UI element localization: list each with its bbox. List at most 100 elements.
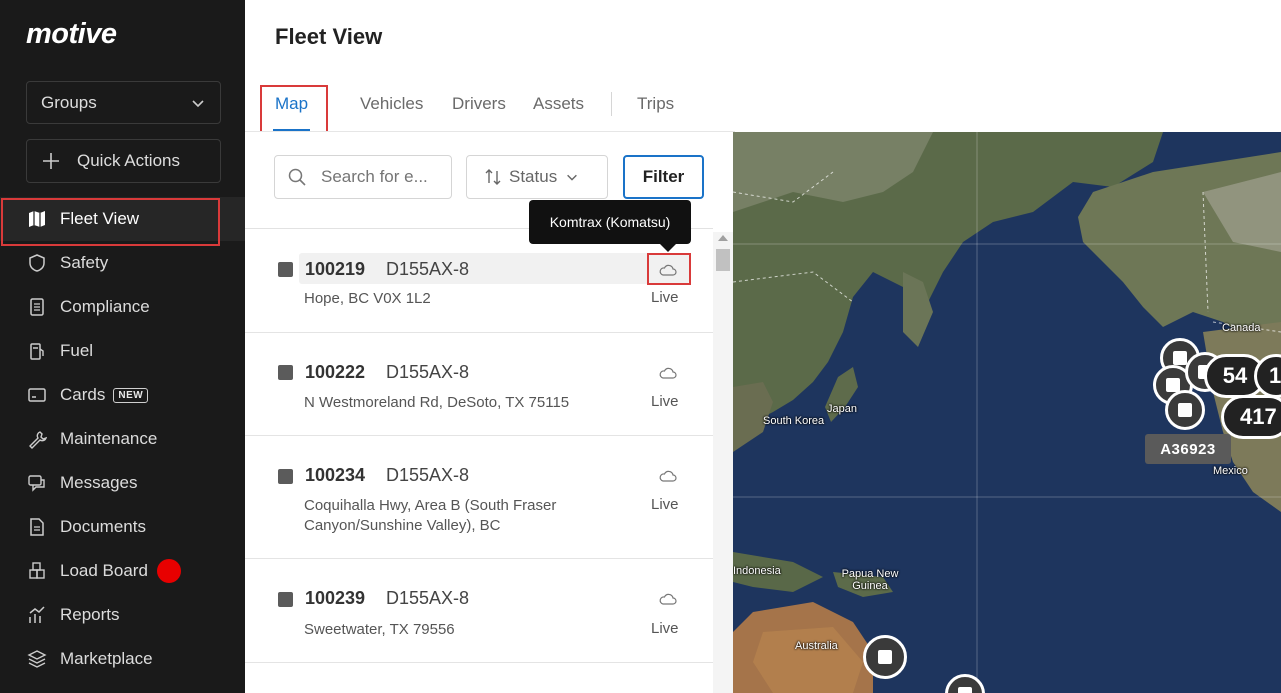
vehicle-status-square: [278, 262, 293, 277]
list-item[interactable]: 100219 D155AX-8 Hope, BC V0X 1L2 Live: [245, 229, 713, 333]
filter-button[interactable]: Filter: [623, 155, 704, 199]
sidebar-item-maintenance[interactable]: Maintenance: [0, 417, 245, 461]
vehicle-id: 100239: [305, 588, 366, 608]
page-title: Fleet View: [275, 24, 383, 49]
card-icon: [27, 385, 47, 405]
tab-assets[interactable]: Assets: [533, 94, 584, 114]
tab-drivers[interactable]: Drivers: [452, 94, 506, 114]
status-dropdown[interactable]: Status: [466, 155, 608, 199]
motive-logo[interactable]: motive: [26, 18, 117, 51]
sidebar-item-label: Fleet View: [60, 209, 140, 228]
sidebar-item-label: Fuel: [60, 341, 94, 360]
scroll-up-arrow[interactable]: [718, 235, 728, 241]
sidebar-item-label: Load Board: [60, 561, 148, 580]
sidebar-item-safety[interactable]: Safety: [0, 241, 245, 285]
new-badge: NEW: [113, 387, 149, 403]
vehicle-status-square: [278, 365, 293, 380]
notification-dot: [156, 559, 181, 583]
vehicle-marker[interactable]: [1165, 390, 1205, 430]
tooltip: Komtrax (Komatsu): [529, 200, 691, 252]
layers-icon: [27, 649, 47, 669]
marker-square-icon: [1173, 351, 1187, 365]
vehicle-status: Live: [651, 289, 679, 306]
map-label-mexico: Mexico: [1213, 465, 1248, 477]
chevron-down-icon: [567, 174, 578, 181]
sidebar: motive Groups Quick Actions Fleet View S…: [0, 0, 245, 693]
map-label-indonesia: Indonesia: [733, 565, 781, 577]
map-icon: [27, 209, 47, 229]
cloud-icon-highlight-box: [647, 253, 691, 285]
sidebar-item-label: Documents: [60, 517, 146, 536]
vehicle-marker[interactable]: [863, 635, 907, 679]
vehicle-status: Live: [651, 620, 679, 637]
search-input[interactable]: [321, 167, 441, 187]
plus-icon: [43, 153, 59, 169]
marker-square-icon: [958, 687, 972, 693]
sidebar-nav: Fleet View Safety Compliance Fuel Cards …: [0, 197, 245, 681]
vehicle-address: N Westmoreland Rd, DeSoto, TX 75115: [304, 394, 570, 411]
sidebar-item-cards[interactable]: Cards NEW: [0, 373, 245, 417]
vehicle-address: Hope, BC V0X 1L2: [304, 290, 431, 307]
vehicle-address: Coquihalla Hwy, Area B (South Fraser Can…: [304, 497, 557, 534]
sidebar-item-documents[interactable]: Documents: [0, 505, 245, 549]
cloud-icon[interactable]: [659, 469, 677, 483]
vehicle-model: D155AX-8: [386, 588, 470, 608]
scrollbar-thumb[interactable]: [716, 249, 730, 271]
marker-square-icon: [1178, 403, 1192, 417]
quick-actions-button[interactable]: Quick Actions: [26, 139, 221, 183]
sidebar-item-load-board[interactable]: Load Board: [0, 549, 245, 593]
vehicle-status: Live: [651, 496, 679, 513]
document-icon: [27, 517, 47, 537]
list-item[interactable]: 100239 D155AX-8 Sweetwater, TX 79556 Liv…: [245, 559, 713, 663]
load-board-icon: [27, 561, 47, 581]
scrollbar[interactable]: [713, 232, 733, 693]
map-cluster[interactable]: 417: [1221, 395, 1281, 439]
cloud-icon[interactable]: [659, 592, 677, 606]
map-label-papua: Papua New Guinea: [841, 568, 899, 592]
tab-separator: [611, 92, 612, 116]
shield-icon: [27, 253, 47, 273]
cloud-icon[interactable]: [659, 366, 677, 380]
tab-bar: Map Vehicles Drivers Assets Trips: [245, 80, 1281, 132]
quick-actions-label: Quick Actions: [77, 151, 180, 170]
list-item[interactable]: 100222 D155AX-8 N Westmoreland Rd, DeSot…: [245, 333, 713, 436]
sidebar-item-label: Compliance: [60, 297, 150, 316]
vehicle-model: D155AX-8: [386, 259, 470, 279]
sidebar-item-label: Cards: [60, 385, 106, 404]
groups-dropdown[interactable]: Groups: [26, 81, 221, 124]
map-label-australia: Australia: [795, 640, 838, 652]
sidebar-item-reports[interactable]: Reports: [0, 593, 245, 637]
vehicle-status: Live: [651, 393, 679, 410]
sidebar-item-label: Reports: [60, 605, 120, 624]
sort-icon: [485, 169, 501, 185]
sidebar-item-fuel[interactable]: Fuel: [0, 329, 245, 373]
marker-square-icon: [1166, 378, 1180, 392]
vehicle-address: Sweetwater, TX 79556: [304, 621, 455, 638]
sidebar-item-messages[interactable]: Messages: [0, 461, 245, 505]
map-label-south-korea: South Korea: [763, 415, 825, 427]
vehicle-id: 100234: [305, 465, 366, 485]
vehicle-status-square: [278, 469, 293, 484]
vehicle-map-tag[interactable]: A36923: [1145, 434, 1231, 464]
list-item[interactable]: 100234 D155AX-8 Coquihalla Hwy, Area B (…: [245, 436, 713, 559]
map-label-canada: Canada: [1222, 322, 1261, 334]
document-list-icon: [27, 297, 47, 317]
tab-vehicles[interactable]: Vehicles: [360, 94, 423, 114]
map-label-japan: Japan: [827, 403, 857, 415]
vehicle-id: 100219: [305, 259, 366, 279]
sidebar-item-label: Maintenance: [60, 429, 158, 448]
chevron-down-icon: [192, 99, 204, 107]
vehicle-status-square: [278, 592, 293, 607]
search-box[interactable]: [274, 155, 452, 199]
fuel-pump-icon: [27, 341, 47, 361]
status-label: Status: [509, 167, 558, 186]
vehicle-model: D155AX-8: [386, 362, 470, 382]
marker-square-icon: [878, 650, 892, 664]
sidebar-item-label: Safety: [60, 253, 109, 272]
sidebar-item-compliance[interactable]: Compliance: [0, 285, 245, 329]
vehicle-id: 100222: [305, 362, 366, 382]
map-view[interactable]: Canada Japan South Korea Mexico Indonesi…: [733, 132, 1281, 693]
sidebar-item-marketplace[interactable]: Marketplace: [0, 637, 245, 681]
sidebar-item-fleet-view[interactable]: Fleet View: [0, 197, 245, 246]
tab-trips[interactable]: Trips: [637, 94, 674, 114]
